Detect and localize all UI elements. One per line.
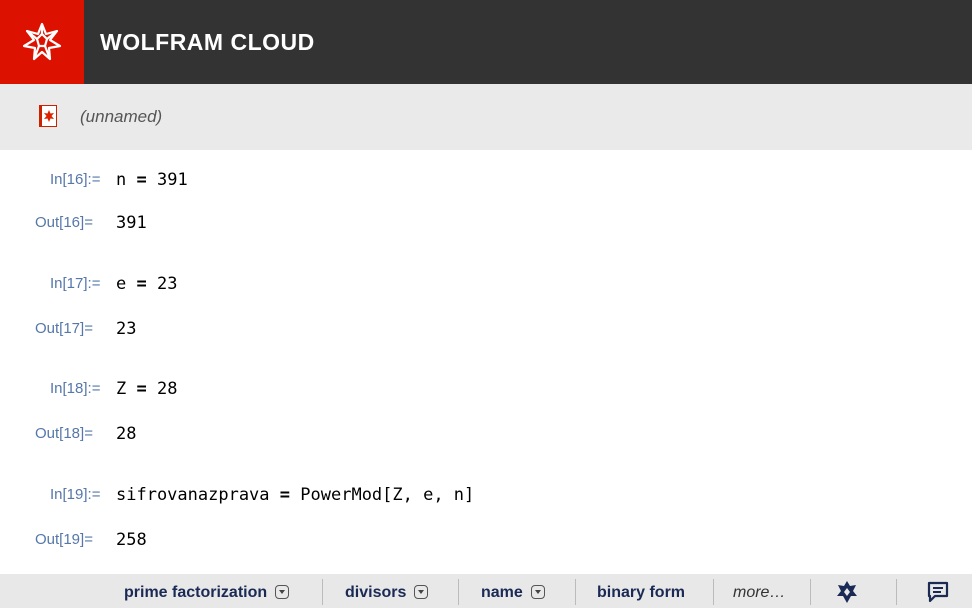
code-rhs: 391 [157, 170, 188, 190]
feedback-button[interactable] [926, 580, 950, 609]
cell-out-label: Out[16]= [35, 214, 93, 231]
code-lhs: n [116, 170, 127, 190]
notebook-icon[interactable] [39, 105, 57, 127]
code-lhs: e [116, 274, 127, 294]
suggestion-label: binary form [597, 584, 686, 601]
suggestion-label: prime factorization [124, 584, 268, 601]
cell-out-label: Out[19]= [35, 531, 93, 548]
cell-out-label: Out[17]= [35, 320, 93, 337]
cell-input[interactable]: n = 391 [116, 169, 188, 191]
cell-out-label: Out[18]= [35, 425, 93, 442]
spikey-settings-icon [837, 581, 857, 603]
suggestion-label: name [481, 584, 523, 601]
cell-output: 28 [116, 424, 137, 444]
code-lhs: Z [116, 379, 127, 399]
cell-input[interactable]: e = 23 [116, 273, 177, 295]
suggestion-binary-form[interactable]: binary form [597, 583, 685, 603]
suggestion-prime-factorization[interactable]: prime factorization [124, 583, 290, 603]
suggestion-divisors[interactable]: divisors [345, 583, 429, 603]
chevron-down-icon[interactable] [275, 585, 290, 599]
cell-output: 258 [116, 530, 147, 550]
divider [713, 579, 714, 605]
suggestion-label: divisors [345, 584, 407, 601]
cell-input[interactable]: sifrovanazprava = PowerMod[Z, e, n] [116, 484, 474, 506]
spikey-settings-button[interactable] [836, 580, 858, 609]
divider [810, 579, 811, 605]
divider [896, 579, 897, 605]
feedback-icon [927, 581, 949, 603]
code-rhs: 23 [157, 274, 178, 294]
cell-output: 23 [116, 319, 137, 339]
code-operator: = [136, 274, 147, 294]
cell-input[interactable]: Z = 28 [116, 378, 177, 400]
cell-in-label: In[18]:= [50, 380, 101, 397]
wolfram-spikey-small-icon [44, 110, 54, 122]
wolfram-spikey-icon [22, 22, 62, 61]
cell-in-label: In[17]:= [50, 275, 101, 292]
chevron-down-icon[interactable] [530, 585, 545, 599]
code-operator: = [136, 170, 147, 190]
cell-in-label: In[16]:= [50, 171, 101, 188]
divider [322, 579, 323, 605]
cell-output: 391 [116, 213, 147, 233]
divider [458, 579, 459, 605]
code-rhs: PowerMod[Z, e, n] [300, 485, 475, 505]
suggestion-name[interactable]: name [481, 583, 545, 603]
brand-title[interactable]: WOLFRAM CLOUD [100, 28, 315, 56]
code-lhs: sifrovanazprava [116, 485, 270, 505]
chevron-down-icon[interactable] [414, 585, 429, 599]
suggestion-more[interactable]: more… [733, 583, 785, 603]
code-rhs: 28 [157, 379, 178, 399]
divider [575, 579, 576, 605]
notebook-title[interactable]: (unnamed) [80, 106, 162, 128]
code-operator: = [279, 485, 291, 505]
cell-in-label: In[19]:= [50, 486, 101, 503]
wolfram-logo[interactable] [0, 0, 84, 84]
code-operator: = [136, 379, 147, 399]
